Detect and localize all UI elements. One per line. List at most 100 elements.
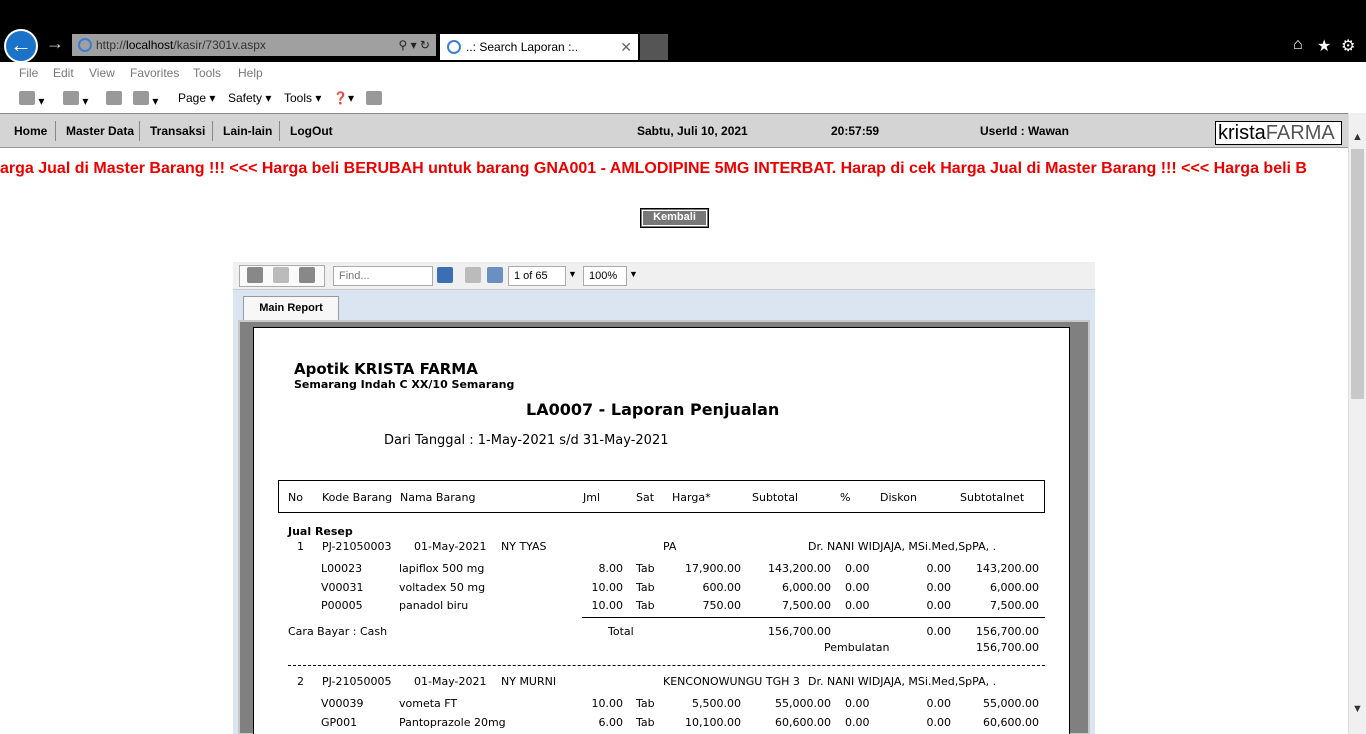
nav-master-data[interactable]: Master Data — [66, 124, 134, 138]
total-rule — [582, 617, 1045, 618]
address-bar[interactable]: http://localhost/kasir/7301v.aspx ⚲ ▾ ↻ — [72, 34, 436, 56]
forward-arrow-icon[interactable]: → — [46, 33, 64, 54]
item-subtotal: 7,500.00 — [782, 599, 831, 612]
home-icon[interactable]: ⌂ — [1293, 36, 1303, 54]
export-up-icon[interactable] — [273, 267, 289, 283]
item-name: lapiflox 500 mg — [399, 562, 485, 575]
tab-title: ..: Search Laporan :.. — [466, 40, 579, 54]
item-code: V00031 — [321, 581, 364, 594]
tx-doctor: Dr. NANI WIDJAJA, MSi.Med,SpPA, . — [808, 675, 997, 688]
nav-logout[interactable]: LogOut — [290, 124, 333, 138]
new-tab-button[interactable] — [640, 34, 668, 60]
print-report-icon[interactable] — [247, 267, 263, 283]
item-percent: 0.00 — [845, 697, 870, 710]
rounding-value: 156,700.00 — [976, 641, 1039, 654]
menu-help[interactable]: Help — [238, 66, 263, 80]
item-unit: Tab — [636, 599, 655, 612]
tx-date: 01-May-2021 — [414, 540, 487, 553]
item-qty: 10.00 — [591, 697, 624, 710]
menu-favorites[interactable]: Favorites — [130, 66, 179, 80]
col-kode: Kode Barang — [322, 491, 393, 504]
col-subtotalnet: Subtotalnet — [960, 491, 1025, 504]
total-net: 156,700.00 — [976, 625, 1039, 638]
item-qty: 8.00 — [598, 562, 624, 575]
help-icon[interactable]: ❓▾ — [333, 91, 354, 105]
home-cmd-icon[interactable]: ▾ — [19, 91, 44, 108]
item-subtotal: 55,000.00 — [775, 697, 831, 710]
tx-doctor: Dr. NANI WIDJAJA, MSi.Med,SpPA, . — [808, 540, 997, 553]
scroll-down-icon[interactable]: ▼ — [1352, 703, 1363, 715]
main-report-tab[interactable]: Main Report — [243, 296, 339, 320]
zoom-dropdown-icon[interactable]: ▼ — [629, 269, 638, 279]
tools-menu[interactable]: Tools ▾ — [284, 91, 321, 105]
page-menu[interactable]: Page ▾ — [178, 91, 215, 105]
item-name: panadol biru — [399, 599, 469, 612]
item-percent: 0.00 — [845, 599, 870, 612]
browser-tab[interactable]: ..: Search Laporan :.. ✕ — [440, 34, 638, 60]
report-tabstrip: Main Report — [233, 290, 1095, 320]
col-sat: Sat — [636, 491, 655, 504]
item-subtotal: 6,000.00 — [782, 581, 831, 594]
tx-address: KENCONOWUNGU TGH 3 — [663, 675, 800, 688]
search-refresh-icon[interactable]: ⚲ ▾ ↻ — [398, 34, 430, 56]
item-percent: 0.00 — [845, 716, 870, 729]
find-input[interactable] — [333, 266, 433, 286]
total-subtotal: 156,700.00 — [768, 625, 831, 638]
nav-lain-lain[interactable]: Lain-lain — [223, 124, 272, 138]
current-time: 20:57:59 — [831, 124, 880, 138]
item-code: V00039 — [321, 697, 364, 710]
feeds-icon[interactable]: ▾ — [63, 91, 88, 108]
col-percent: % — [840, 491, 851, 504]
menu-edit[interactable]: Edit — [53, 66, 74, 80]
item-discount: 0.00 — [926, 697, 952, 710]
menu-file[interactable]: File — [19, 66, 38, 80]
tx-date: 01-May-2021 — [414, 675, 487, 688]
item-price: 5,500.00 — [692, 697, 741, 710]
menu-view[interactable]: View — [89, 66, 115, 80]
col-harga: Harga* — [672, 491, 711, 504]
safety-menu[interactable]: Safety ▾ — [228, 91, 271, 105]
research-icon[interactable] — [366, 91, 382, 108]
prev-page-icon[interactable] — [487, 267, 503, 283]
page-selector[interactable]: 1 of 65 — [508, 266, 566, 286]
menu-tools[interactable]: Tools — [193, 66, 221, 80]
vertical-scrollbar[interactable]: ▲ ▼ — [1348, 113, 1366, 734]
nav-transaksi[interactable]: Transaksi — [150, 124, 205, 138]
col-jml: Jml — [583, 491, 601, 504]
binoculars-icon[interactable] — [437, 267, 453, 283]
item-discount: 0.00 — [926, 562, 952, 575]
menu-bar: File Edit View Favorites Tools Help — [0, 62, 1366, 84]
scroll-thumb[interactable] — [1351, 149, 1364, 399]
item-name: voltadex 50 mg — [399, 581, 486, 594]
back-arrow-icon[interactable]: ← — [4, 29, 38, 63]
nav-home[interactable]: Home — [14, 124, 47, 138]
url-prefix: http:// — [96, 38, 127, 52]
mail-icon[interactable] — [106, 91, 122, 108]
item-price: 10,100.00 — [685, 716, 741, 729]
gear-icon[interactable]: ⚙ — [1341, 36, 1355, 56]
print-icon[interactable]: ▾ — [133, 91, 158, 108]
tx-customer: NY MURNI — [501, 675, 557, 688]
item-net: 7,500.00 — [990, 599, 1039, 612]
scroll-up-icon[interactable]: ▲ — [1352, 131, 1363, 143]
export-icon[interactable] — [299, 267, 315, 283]
command-bar: ▾ ▾ ▾ Page ▾ Safety ▾ Tools ▾ ❓▾ — [0, 85, 1366, 111]
item-price: 600.00 — [702, 581, 742, 594]
item-net: 55,000.00 — [983, 697, 1039, 710]
page-dropdown-icon[interactable]: ▼ — [568, 269, 577, 279]
first-page-icon[interactable] — [465, 267, 481, 283]
item-qty: 6.00 — [598, 716, 624, 729]
item-subtotal: 143,200.00 — [768, 562, 831, 575]
kembali-button[interactable]: Kembali — [640, 208, 709, 228]
tx-id: PJ-21050003 — [322, 540, 392, 553]
report-frame: Apotik KRISTA FARMA Semarang Indah C XX/… — [238, 320, 1090, 734]
zoom-selector[interactable]: 100% — [583, 266, 627, 286]
date-range: Dari Tanggal : 1-May-2021 s/d 31-May-202… — [384, 433, 669, 448]
favorites-star-icon[interactable]: ★ — [1317, 36, 1331, 56]
url-host: localhost — [126, 38, 174, 52]
item-unit: Tab — [636, 562, 655, 575]
close-tab-icon[interactable]: ✕ — [620, 34, 632, 60]
current-date: Sabtu, Juli 10, 2021 — [637, 124, 748, 138]
tx-address: PA — [663, 540, 677, 553]
total-label: Total — [608, 625, 634, 638]
